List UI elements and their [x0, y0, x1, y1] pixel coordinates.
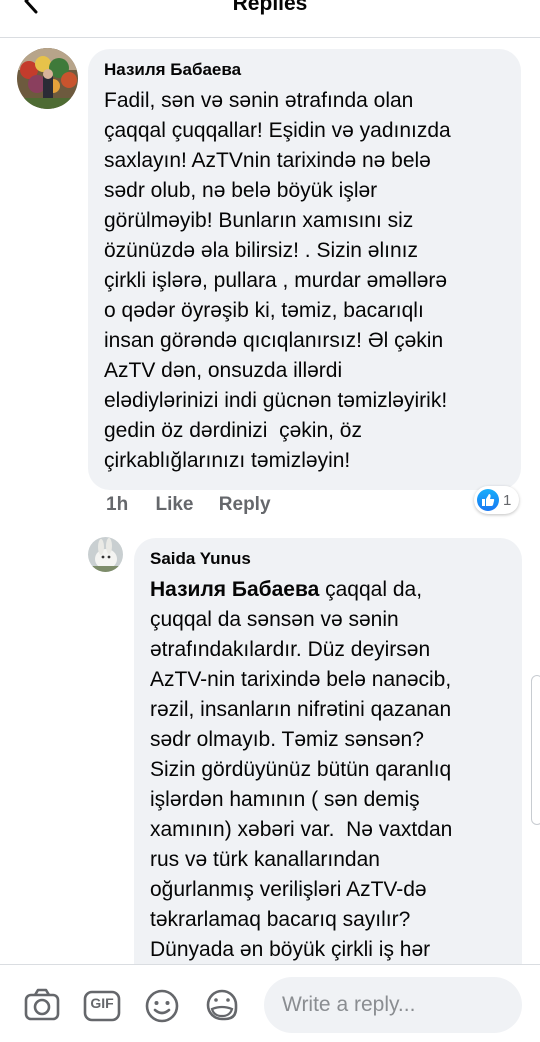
reply-bubble[interactable]: Saida Yunus Назиля Бабаева çaqqal da, çu… [134, 538, 522, 978]
avatar[interactable] [88, 537, 123, 572]
replies-header: Replies [0, 0, 540, 38]
avatar[interactable] [17, 48, 78, 109]
page-title: Replies [232, 0, 308, 15]
reaction-count: 1 [503, 491, 512, 509]
reply-input[interactable] [264, 977, 522, 1033]
reaction-summary[interactable]: 1 [474, 486, 520, 514]
reply-input-box[interactable] [264, 977, 522, 1033]
reply-composer: GIF [0, 964, 540, 1042]
comment-text: Fadil, sən və sənin ətrafında olan çaqqa… [104, 89, 451, 472]
gif-icon[interactable]: GIF [82, 985, 122, 1025]
camera-icon[interactable] [22, 985, 62, 1025]
gif-label: GIF [90, 995, 114, 1011]
comment-actions: 1h Like Reply [106, 494, 271, 516]
comment-bubble[interactable]: Назиля Бабаева Fadil, sən və sənin ətraf… [88, 49, 521, 490]
reply-button[interactable]: Reply [219, 494, 271, 515]
thumbs-up-icon [477, 489, 499, 511]
reply-author[interactable]: Saida Yunus [150, 549, 506, 569]
reply-text-body: çaqqal da, çuqqal da sənsən və sənin ətr… [150, 578, 453, 961]
comment-time: 1h [106, 494, 129, 515]
emoji-icon[interactable] [142, 985, 182, 1025]
mention-tag[interactable]: Назиля Бабаева [150, 578, 319, 601]
comment-author[interactable]: Назиля Бабаева [104, 60, 503, 80]
reply-text: Назиля Бабаева çaqqal da, çuqqal da səns… [150, 575, 506, 965]
like-button[interactable]: Like [155, 494, 193, 515]
scrollbar[interactable] [531, 675, 540, 825]
sticker-icon[interactable] [202, 985, 242, 1025]
